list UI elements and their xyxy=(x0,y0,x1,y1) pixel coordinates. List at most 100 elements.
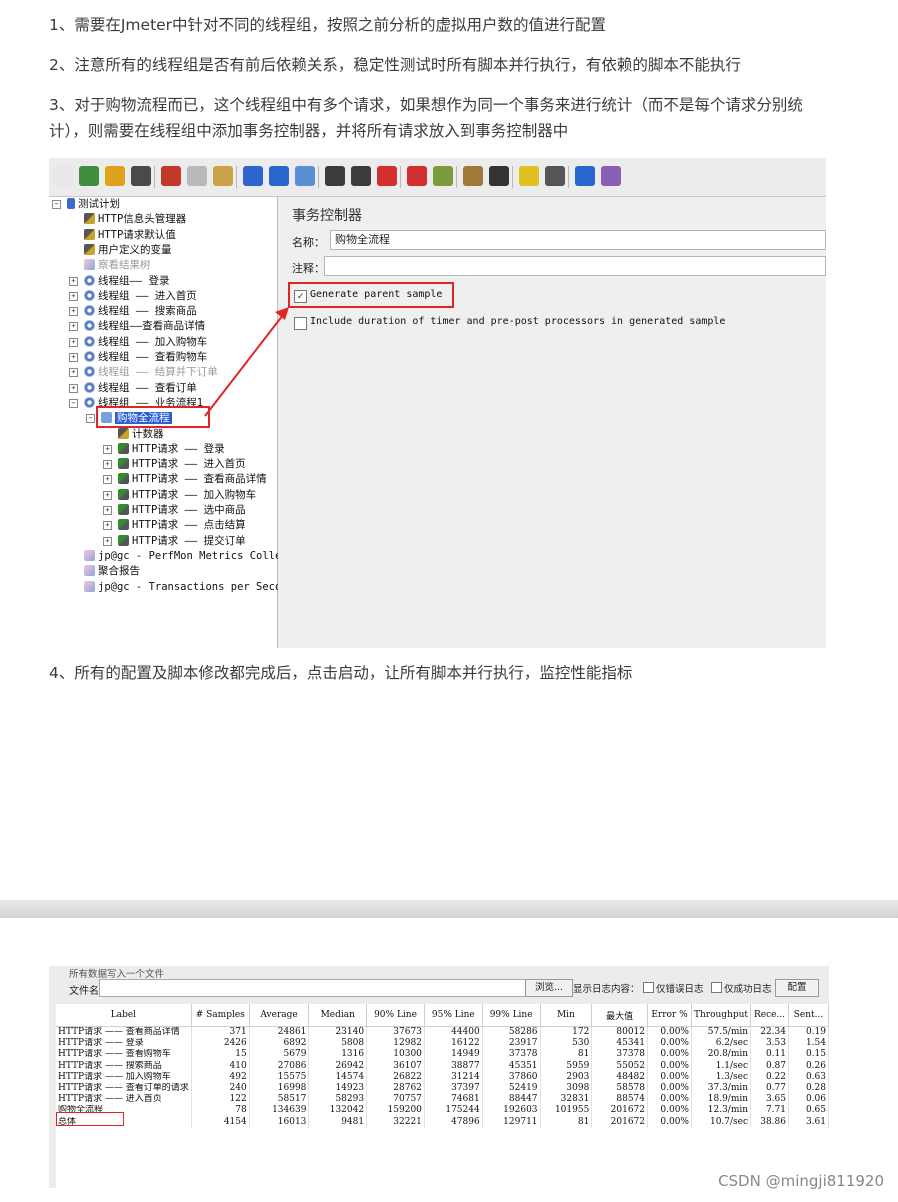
table-row[interactable]: HTTP请求 —— 查看购物车 15 5679 1316 10300 14949 37378… xyxy=(56,1049,829,1061)
table-row[interactable]: HTTP请求 —— 加入购物车 492 15575 14574 26822 31214 37… xyxy=(56,1071,829,1084)
table-cell: 3.53 xyxy=(750,1038,789,1050)
table-cell: 16998 xyxy=(249,1083,310,1095)
column-header[interactable]: 90% Line xyxy=(366,1004,425,1027)
table-cell: 122 xyxy=(191,1094,250,1106)
table-cell: 0.00% xyxy=(647,1105,692,1117)
table-cell: 18.9/min xyxy=(691,1094,752,1106)
table-cell: 78 xyxy=(191,1105,250,1117)
column-header[interactable]: 最大值 xyxy=(591,1004,649,1027)
table-cell: 32831 xyxy=(540,1094,593,1106)
table-cell: 5959 xyxy=(540,1060,593,1072)
table-cell: 88574 xyxy=(591,1094,649,1106)
table-cell: 15575 xyxy=(249,1071,310,1084)
table-cell: 38877 xyxy=(424,1060,483,1072)
table-cell: HTTP请求 —— 查看购物车 xyxy=(56,1049,192,1061)
table-cell: 22.34 xyxy=(750,1026,789,1039)
table-cell: 0.22 xyxy=(750,1071,789,1084)
table-cell: 0.28 xyxy=(788,1083,829,1095)
errors-only-checkbox[interactable] xyxy=(643,982,654,993)
table-cell: 0.00% xyxy=(647,1094,692,1106)
table-cell: 0.11 xyxy=(750,1049,789,1061)
annotation-arrow xyxy=(204,307,289,417)
configure-button[interactable]: 配置 xyxy=(775,979,819,997)
section-divider xyxy=(0,900,898,918)
table-cell: 201672 xyxy=(591,1105,649,1117)
table-row[interactable]: HTTP请求 —— 进入首页 122 58517 58293 70757 74681 884… xyxy=(56,1094,829,1106)
table-cell: 10300 xyxy=(366,1049,425,1061)
table-cell: 37378 xyxy=(591,1049,649,1061)
table-cell: 240 xyxy=(191,1083,250,1095)
table-cell: 16122 xyxy=(424,1038,483,1050)
column-header[interactable]: Rece... xyxy=(750,1004,789,1027)
column-header[interactable]: Average xyxy=(249,1004,310,1027)
table-cell: 0.00% xyxy=(647,1026,692,1039)
table-cell: 37397 xyxy=(424,1083,483,1095)
table-cell: 20.8/min xyxy=(691,1049,752,1061)
table-cell: 0.00% xyxy=(647,1071,692,1084)
table-cell: 0.77 xyxy=(750,1083,789,1095)
column-header[interactable]: Label xyxy=(56,1004,192,1027)
column-header[interactable]: Min xyxy=(540,1004,593,1027)
table-cell: 192603 xyxy=(482,1105,541,1117)
table-cell: 14923 xyxy=(308,1083,368,1095)
table-cell: 32221 xyxy=(366,1116,425,1128)
table-row[interactable]: HTTP请求 —— 登录 2426 6892 5808 12982 16122 23917 5… xyxy=(56,1038,829,1050)
table-cell: 27086 xyxy=(249,1060,310,1072)
table-row[interactable]: HTTP请求 —— 查看商品详情 371 24861 23140 37673 44400 5… xyxy=(56,1026,829,1039)
table-cell: 3.65 xyxy=(750,1094,789,1106)
table-cell: 1316 xyxy=(308,1049,368,1061)
table-cell: 172 xyxy=(540,1026,593,1039)
table-cell: 80012 xyxy=(591,1026,649,1039)
table-row[interactable]: 总体 4154 16013 9481 32221 47896 129711 81 201672 0… xyxy=(56,1116,829,1128)
table-cell: 14574 xyxy=(308,1071,368,1084)
table-cell: 101955 xyxy=(540,1105,593,1117)
table-cell: 0.19 xyxy=(788,1026,829,1039)
column-header[interactable]: Median xyxy=(308,1004,368,1027)
browse-button[interactable]: 浏览... xyxy=(525,979,573,997)
table-cell: 52419 xyxy=(482,1083,541,1095)
column-header[interactable]: Throughput xyxy=(691,1004,752,1027)
table-cell: 0.63 xyxy=(788,1071,829,1084)
table-row[interactable]: 购物全流程 78 134639 132042 159200 175244 192603 101… xyxy=(56,1105,829,1117)
table-cell: 23140 xyxy=(308,1026,368,1039)
table-cell: 2426 xyxy=(191,1038,250,1050)
jmeter-screenshot: − 测试计划 HTTP信息头管理器 HTTP请求默认值 用户定义的变量 察看结果树 + 线程组… xyxy=(49,158,826,648)
table-cell: 58286 xyxy=(482,1026,541,1039)
table-cell: 6.2/sec xyxy=(691,1038,752,1050)
table-cell: 134639 xyxy=(249,1105,310,1117)
table-row[interactable]: HTTP请求 —— 查看订单的请求 240 16998 14923 28762 37397… xyxy=(56,1083,829,1095)
file-name-input[interactable] xyxy=(99,979,571,997)
success-only-checkbox[interactable] xyxy=(711,982,722,993)
table-cell: 0.26 xyxy=(788,1060,829,1072)
write-all-to-file-label: 所有数据写入一个文件 xyxy=(69,969,165,980)
table-cell: 81 xyxy=(540,1116,593,1128)
table-cell: 3098 xyxy=(540,1083,593,1095)
column-header[interactable]: # Samples xyxy=(191,1004,250,1027)
table-cell: 26822 xyxy=(366,1071,425,1084)
table-cell: 37378 xyxy=(482,1049,541,1061)
table-cell: 10.7/sec xyxy=(691,1116,752,1128)
column-header[interactable]: 99% Line xyxy=(482,1004,541,1027)
table-cell: 6892 xyxy=(249,1038,310,1050)
table-cell: HTTP请求 —— 登录 xyxy=(56,1038,192,1050)
column-header[interactable]: Sent... xyxy=(788,1004,829,1027)
table-cell: 24861 xyxy=(249,1026,310,1039)
table-cell: 74681 xyxy=(424,1094,483,1106)
column-header[interactable]: Error % xyxy=(647,1004,692,1027)
table-cell: 70757 xyxy=(366,1094,425,1106)
table-cell: 37673 xyxy=(366,1026,425,1039)
table-cell: 58293 xyxy=(308,1094,368,1106)
file-name-label: 文件名 xyxy=(69,986,99,997)
aggregate-table: Label # Samples Average Median 90% Line 95% L… xyxy=(56,1004,829,1188)
paragraph-2: 2、注意所有的线程组是否有前后依赖关系，稳定性测试时所有脚本并行执行，有依赖的脚… xyxy=(49,56,741,74)
table-cell: 0.00% xyxy=(647,1083,692,1095)
table-cell: 14949 xyxy=(424,1049,483,1061)
table-cell: 38.86 xyxy=(750,1116,789,1128)
success-only-label: 仅成功日志 xyxy=(724,984,772,995)
table-cell: 0.00% xyxy=(647,1060,692,1072)
table-cell: 159200 xyxy=(366,1105,425,1117)
aggregate-report-screenshot: 所有数据写入一个文件 文件名 浏览... 显示日志内容： 仅错误日志 仅成功日志… xyxy=(49,966,829,1188)
table-row[interactable]: HTTP请求 —— 搜索商品 410 27086 26942 36107 38877 453… xyxy=(56,1060,829,1072)
column-header[interactable]: 95% Line xyxy=(424,1004,483,1027)
table-cell: 16013 xyxy=(249,1116,310,1128)
